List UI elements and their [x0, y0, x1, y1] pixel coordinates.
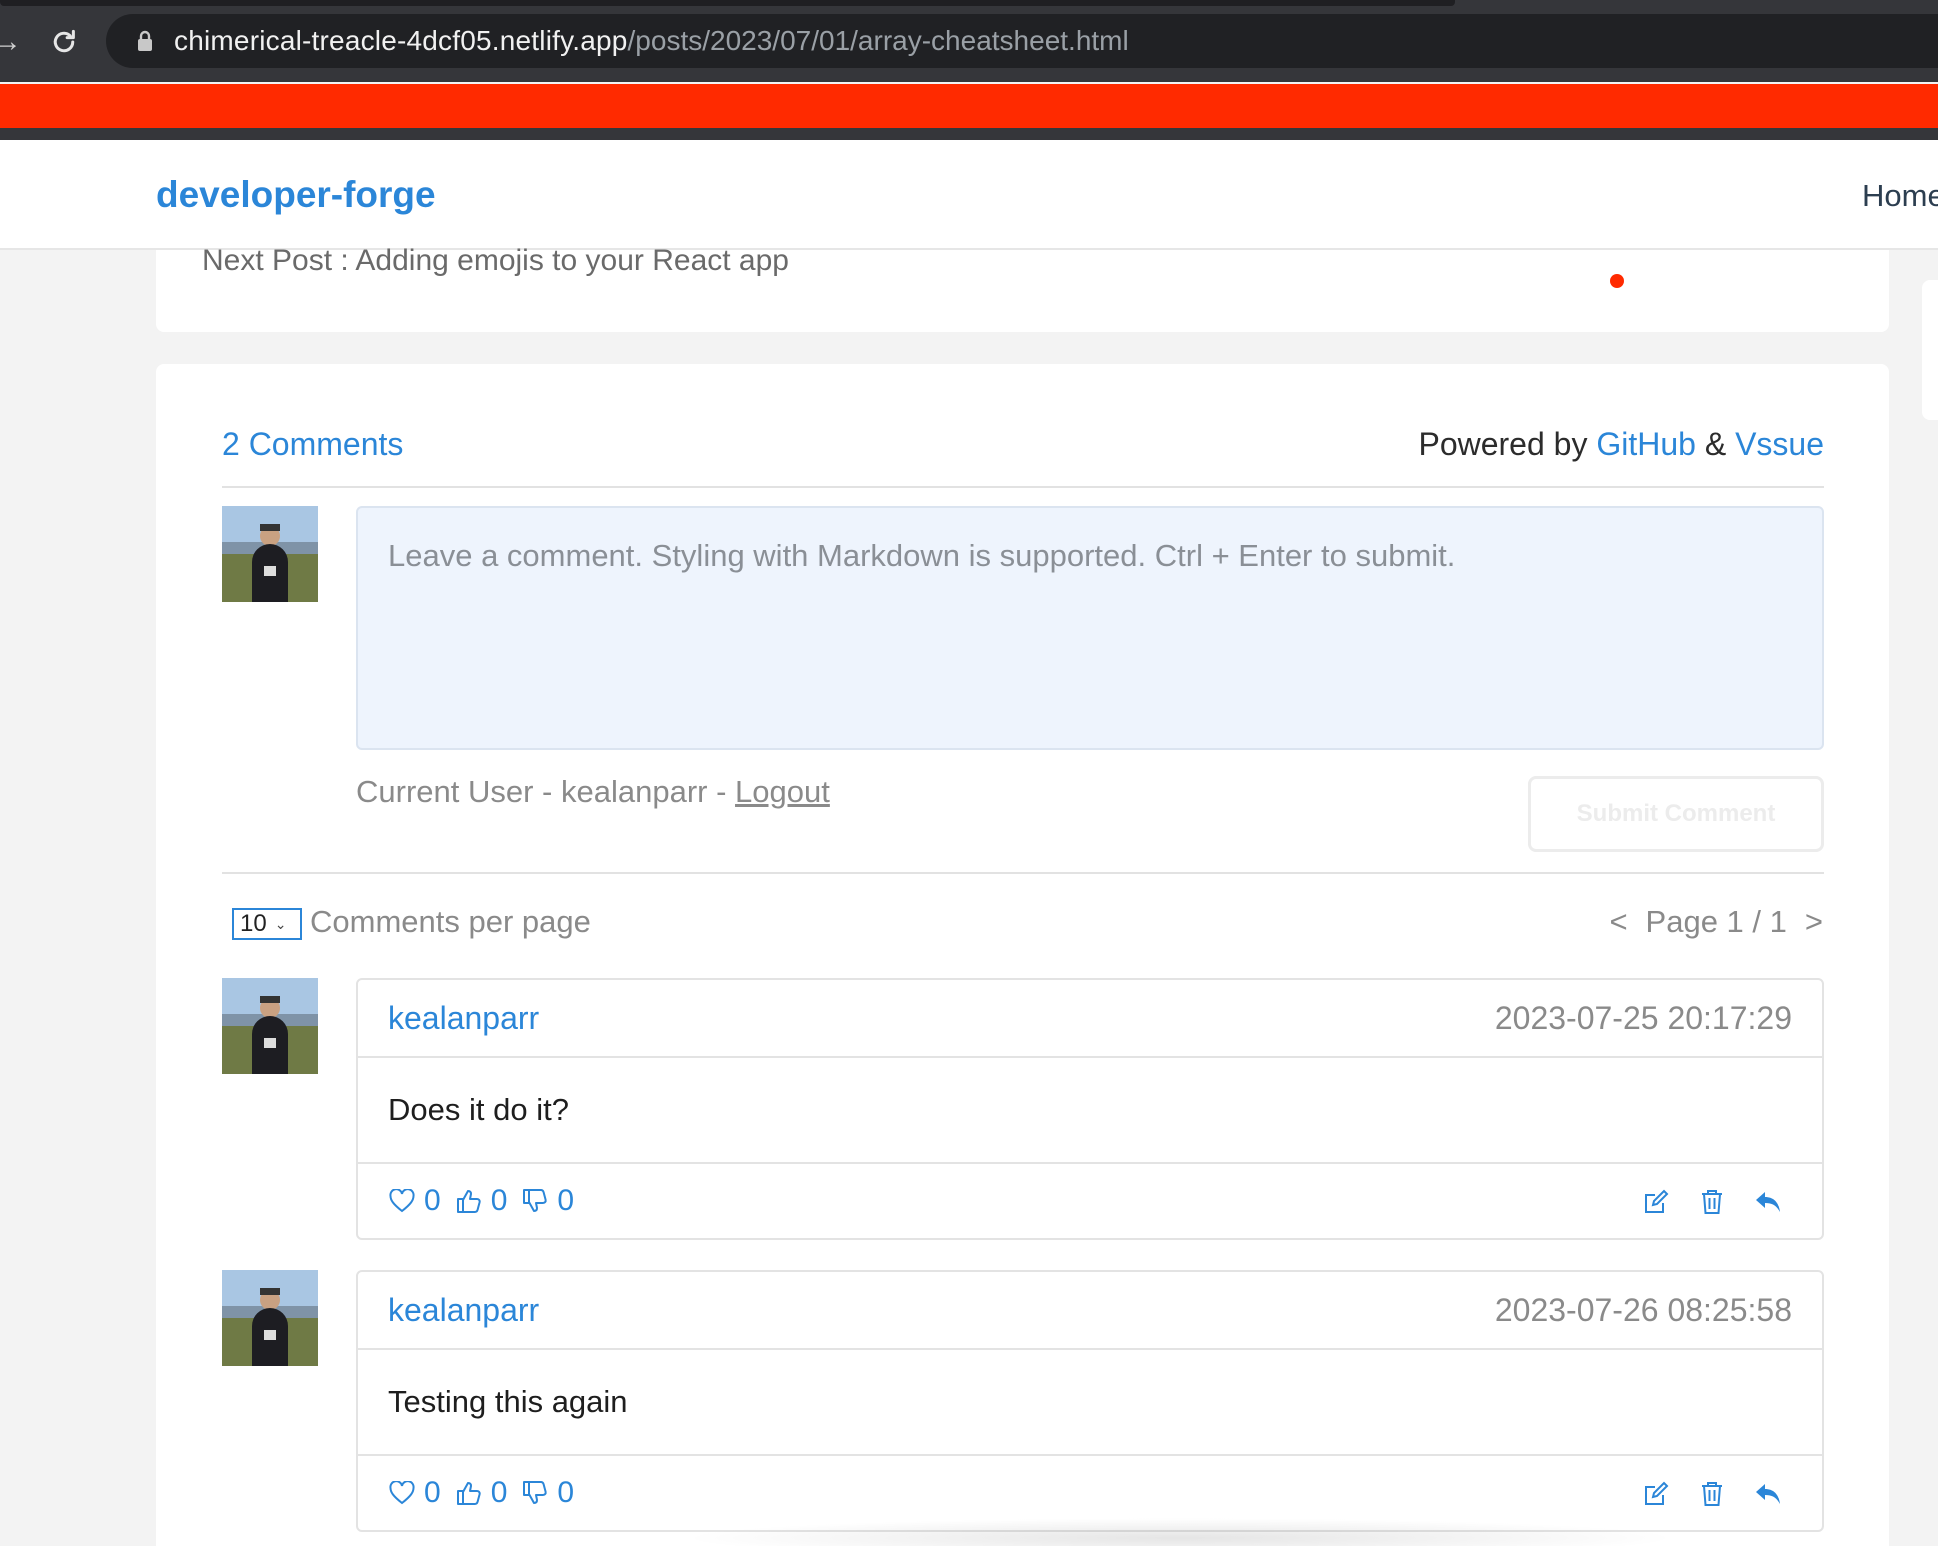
- like-reaction[interactable]: 0: [455, 1184, 508, 1218]
- comment-text: Does it do it?: [388, 1092, 569, 1127]
- comment-author[interactable]: kealanparr: [388, 1000, 539, 1037]
- comment-timestamp: 2023-07-26 08:25:58: [1494, 1292, 1792, 1328]
- comment-text: Testing this again: [388, 1384, 628, 1419]
- bottom-shadow: [680, 1518, 1680, 1546]
- reload-icon[interactable]: [44, 20, 84, 64]
- thumbs-up-icon: [455, 1479, 483, 1507]
- vssue-link[interactable]: Vssue: [1735, 426, 1824, 462]
- comments-header: 2 Comments Powered by GitHub & Vssue: [222, 426, 1824, 488]
- comment-timestamp: 2023-07-25 20:17:29: [1494, 1000, 1792, 1036]
- red-dot-indicator: [1610, 274, 1624, 288]
- avatar: [222, 978, 318, 1074]
- comment-header: kealanparr 2023-07-25 20:17:29: [358, 980, 1822, 1058]
- dislike-count: 0: [557, 1476, 575, 1509]
- next-page-button[interactable]: >: [1805, 904, 1823, 940]
- comment-author[interactable]: kealanparr: [388, 1292, 539, 1329]
- next-post-link[interactable]: Next Post : Adding emojis to your React …: [202, 244, 789, 278]
- per-page-select[interactable]: 10 ⌄: [232, 908, 302, 940]
- nav-home-link[interactable]: Home: [1862, 178, 1938, 214]
- pagination: < Page 1 / 1 >: [1609, 904, 1823, 940]
- like-count: 0: [490, 1476, 508, 1509]
- current-user-label: Current User - kealanparr -: [356, 774, 727, 809]
- submit-comment-button[interactable]: Submit Comment: [1528, 776, 1824, 852]
- thumbs-down-icon: [521, 1479, 549, 1507]
- address-bar[interactable]: chimerical-treacle-4dcf05.netlify.app/po…: [106, 14, 1938, 68]
- separator-bar: [0, 128, 1938, 140]
- thumbs-down-icon: [521, 1187, 549, 1215]
- dislike-count: 0: [557, 1184, 575, 1217]
- site-header: developer-forge Home: [0, 140, 1938, 250]
- url-path: /posts/2023/07/01/array-cheatsheet.html: [627, 25, 1129, 56]
- comment-body: Testing this again: [358, 1350, 1822, 1456]
- heart-count: 0: [424, 1184, 441, 1217]
- comments-count[interactable]: 2 Comments: [222, 426, 403, 463]
- powered-by-prefix: Powered by: [1418, 426, 1588, 462]
- page-indicator: Page 1 / 1: [1645, 904, 1787, 939]
- trash-icon[interactable]: [1698, 1480, 1726, 1508]
- like-reaction[interactable]: 0: [455, 1476, 508, 1510]
- logout-link[interactable]: Logout: [735, 774, 830, 809]
- comment-input[interactable]: Leave a comment. Styling with Markdown i…: [356, 506, 1824, 750]
- reactions: 0 0 0: [388, 1184, 574, 1218]
- chevron-down-icon: ⌄: [274, 915, 287, 932]
- reactions: 0 0 0: [388, 1476, 574, 1510]
- github-link[interactable]: GitHub: [1596, 426, 1696, 462]
- like-count: 0: [490, 1184, 508, 1217]
- dislike-reaction[interactable]: 0: [521, 1476, 574, 1510]
- red-banner: [0, 84, 1938, 128]
- edit-icon[interactable]: [1642, 1480, 1670, 1508]
- trash-icon[interactable]: [1698, 1188, 1726, 1216]
- heart-reaction[interactable]: 0: [388, 1184, 441, 1218]
- heart-reaction[interactable]: 0: [388, 1476, 441, 1510]
- comment-actions: [1642, 1188, 1782, 1216]
- prev-page-button[interactable]: <: [1609, 904, 1627, 940]
- thumbs-up-icon: [455, 1187, 483, 1215]
- comment-item: kealanparr 2023-07-25 20:17:29 Does it d…: [356, 978, 1824, 1240]
- tab-strip: [0, 0, 1455, 6]
- comment-footer: 0 0 0: [358, 1166, 1822, 1240]
- side-panel-edge: [1922, 280, 1938, 420]
- powered-amp: &: [1704, 426, 1727, 462]
- per-page-label: Comments per page: [310, 904, 591, 939]
- comments-section: 2 Comments Powered by GitHub & Vssue Lea…: [156, 364, 1889, 1546]
- edit-icon[interactable]: [1642, 1188, 1670, 1216]
- comment-item: kealanparr 2023-07-26 08:25:58 Testing t…: [356, 1270, 1824, 1532]
- avatar: [222, 1270, 318, 1366]
- comment-header: kealanparr 2023-07-26 08:25:58: [358, 1272, 1822, 1350]
- lock-icon[interactable]: [130, 26, 160, 56]
- forward-arrow-icon[interactable]: →: [0, 22, 22, 62]
- comment-body: Does it do it?: [358, 1058, 1822, 1164]
- powered-by: Powered by GitHub & Vssue: [1418, 426, 1824, 463]
- post-navigation-card: Next Post : Adding emojis to your React …: [156, 244, 1889, 332]
- dislike-reaction[interactable]: 0: [521, 1184, 574, 1218]
- url-domain: chimerical-treacle-4dcf05.netlify.app: [174, 25, 628, 56]
- heart-icon: [388, 1479, 416, 1507]
- browser-toolbar: → chimerical-treacle-4dcf05.netlify.app /…: [0, 0, 1938, 82]
- comment-actions: [1642, 1480, 1782, 1508]
- heart-icon: [388, 1187, 416, 1215]
- reply-icon[interactable]: [1754, 1188, 1782, 1216]
- heart-count: 0: [424, 1476, 441, 1509]
- avatar: [222, 506, 318, 602]
- divider: [222, 872, 1824, 874]
- site-title-link[interactable]: developer-forge: [156, 174, 436, 216]
- per-page-value: 10: [240, 910, 267, 937]
- current-user: Current User - kealanparr - Logout: [356, 774, 830, 810]
- reply-icon[interactable]: [1754, 1480, 1782, 1508]
